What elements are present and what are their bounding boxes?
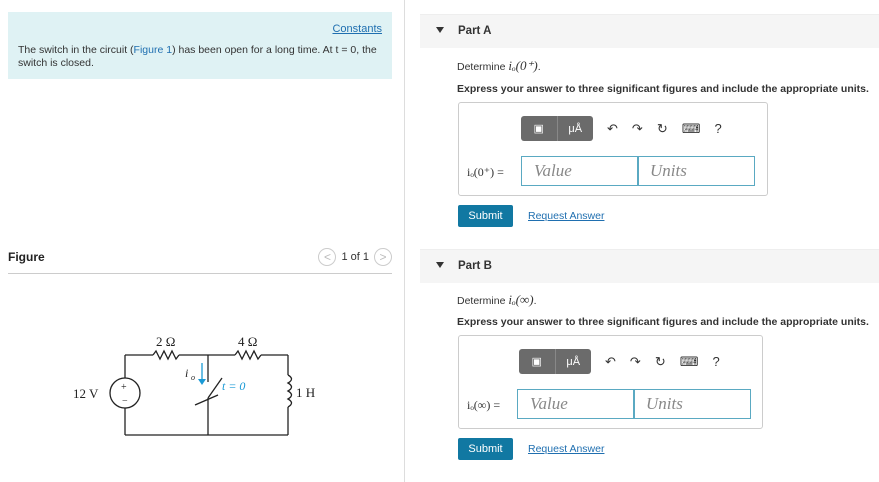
units-icon[interactable]: μÅ bbox=[554, 349, 592, 374]
part-a-value-input[interactable]: Value bbox=[521, 156, 639, 186]
switch-label: t = 0 bbox=[222, 379, 245, 393]
inductor-label: 1 H bbox=[296, 385, 315, 400]
part-b-determine: Determine iₒ(∞). bbox=[457, 292, 537, 307]
part-a-title: Part A bbox=[458, 25, 492, 37]
reset-icon[interactable]: ↻ bbox=[657, 121, 668, 137]
part-b-toolbar: ▣ μÅ ↶ ↷ ↻ ⌨ ? bbox=[519, 349, 720, 374]
undo-icon[interactable]: ↶ bbox=[605, 354, 616, 370]
part-b-template-group: ▣ μÅ bbox=[519, 349, 591, 374]
svg-text:o: o bbox=[191, 373, 195, 382]
part-a-submit-button[interactable]: Submit bbox=[458, 205, 513, 227]
collapse-caret-icon[interactable] bbox=[436, 27, 444, 33]
svg-text:i: i bbox=[185, 366, 188, 380]
resistor-2-ohm bbox=[152, 349, 180, 361]
part-b-eq-label: iₒ(∞) = bbox=[467, 398, 501, 412]
part-a-template-group: ▣ μÅ bbox=[521, 116, 593, 141]
part-a-toolbar: ▣ μÅ ↶ ↷ ↻ ⌨ ? bbox=[521, 116, 722, 141]
part-a-answer-box: ▣ μÅ ↶ ↷ ↻ ⌨ ? iₒ(0⁺) = Value Units bbox=[458, 102, 768, 196]
source-label: 12 V bbox=[73, 386, 99, 401]
part-a-request-answer-link[interactable]: Request Answer bbox=[528, 210, 604, 222]
part-a-determine: Determine iₒ(0⁺). bbox=[457, 58, 541, 73]
figure-pager: < 1 of 1 > bbox=[318, 248, 392, 266]
panel-divider bbox=[404, 0, 405, 482]
problem-statement: Constants The switch in the circuit (Fig… bbox=[8, 12, 392, 79]
part-a-eq-label: iₒ(0⁺) = bbox=[467, 165, 504, 179]
figure-label: Figure bbox=[8, 250, 45, 264]
part-b-instruction: Express your answer to three significant… bbox=[457, 316, 869, 328]
constants-link[interactable]: Constants bbox=[332, 23, 382, 35]
prev-figure-button[interactable]: < bbox=[318, 248, 337, 266]
switch-arm bbox=[207, 377, 223, 399]
undo-icon[interactable]: ↶ bbox=[607, 121, 618, 137]
circuit-diagram: i o 2 Ω 4 Ω 12 V + − 1 H t = 0 bbox=[73, 334, 315, 436]
collapse-caret-icon[interactable] bbox=[436, 262, 444, 268]
part-b-value-input[interactable]: Value bbox=[517, 389, 635, 419]
resistor-4-ohm bbox=[234, 349, 262, 361]
switch-arrow-line bbox=[194, 394, 219, 406]
part-b-title: Part B bbox=[458, 260, 492, 272]
svg-text:−: − bbox=[122, 396, 128, 407]
r2-label: 4 Ω bbox=[238, 334, 257, 349]
part-b-answer-box: ▣ μÅ ↶ ↷ ↻ ⌨ ? iₒ(∞) = Value Units bbox=[458, 335, 763, 429]
part-b-submit-button[interactable]: Submit bbox=[458, 438, 513, 460]
svg-text:+: + bbox=[121, 382, 127, 393]
figure-header: Figure < 1 of 1 > bbox=[8, 248, 392, 274]
part-b-request-answer-link[interactable]: Request Answer bbox=[528, 443, 604, 455]
help-icon[interactable]: ? bbox=[712, 354, 719, 369]
redo-icon[interactable]: ↷ bbox=[630, 354, 641, 370]
inductor bbox=[286, 374, 293, 408]
part-b-header[interactable]: Part B bbox=[420, 249, 879, 283]
templates-icon[interactable]: ▣ bbox=[521, 116, 557, 141]
units-icon[interactable]: μÅ bbox=[556, 116, 594, 141]
pager-text: 1 of 1 bbox=[341, 251, 369, 263]
redo-icon[interactable]: ↷ bbox=[632, 121, 643, 137]
reset-icon[interactable]: ↻ bbox=[655, 354, 666, 370]
part-a-header[interactable]: Part A bbox=[420, 14, 879, 48]
part-b-units-input[interactable]: Units bbox=[633, 389, 751, 419]
keyboard-icon[interactable]: ⌨ bbox=[680, 354, 699, 370]
problem-text: The switch in the circuit (Figure 1) has… bbox=[18, 44, 377, 69]
current-arrow-head bbox=[198, 379, 206, 385]
left-panel: Constants The switch in the circuit (Fig… bbox=[0, 0, 404, 482]
part-a-units-input[interactable]: Units bbox=[637, 156, 755, 186]
r1-label: 2 Ω bbox=[156, 334, 175, 349]
right-panel: Part A Determine iₒ(0⁺). Express your an… bbox=[420, 0, 879, 482]
templates-icon[interactable]: ▣ bbox=[519, 349, 555, 374]
part-a-instruction: Express your answer to three significant… bbox=[457, 83, 869, 95]
next-figure-button[interactable]: > bbox=[374, 248, 392, 266]
keyboard-icon[interactable]: ⌨ bbox=[682, 121, 701, 137]
help-icon[interactable]: ? bbox=[714, 121, 721, 136]
figure-link[interactable]: Figure 1 bbox=[134, 44, 173, 56]
